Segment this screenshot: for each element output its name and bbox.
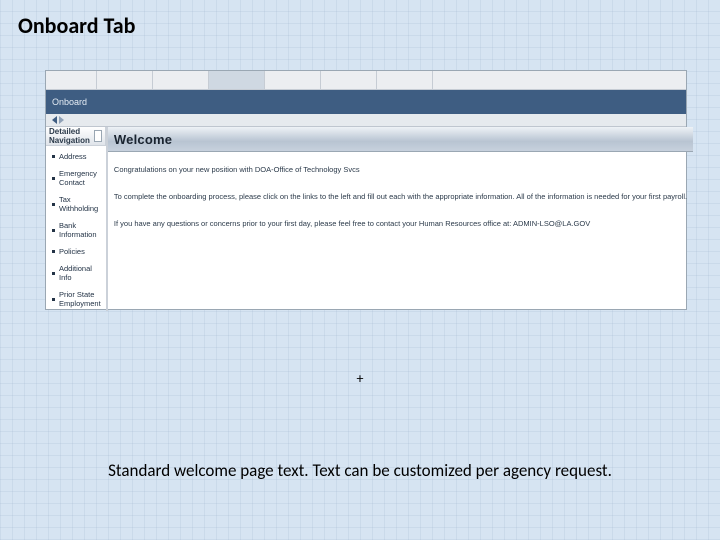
tab-blank-5[interactable] (377, 71, 433, 89)
nav-item-emergency[interactable]: Emergency Contact (46, 165, 106, 191)
forward-icon[interactable] (59, 116, 64, 124)
slide-title: Onboard Tab (18, 12, 135, 39)
tab-blank-3[interactable] (265, 71, 321, 89)
section-bar: Onboard (46, 90, 686, 114)
nav-item-label: Bank Information (59, 221, 102, 239)
tab-onboard[interactable] (209, 71, 265, 89)
nav-item-policies[interactable]: Policies (46, 243, 106, 260)
nav-item-label: Policies (59, 247, 85, 256)
welcome-line-2: To complete the onboarding process, plea… (114, 191, 687, 204)
nav-header: Detailed Navigation (46, 127, 106, 146)
history-bar (46, 114, 686, 127)
tab-gap (46, 71, 97, 89)
nav-item-label: Address (59, 152, 87, 161)
bullet-icon (52, 155, 55, 158)
top-tabs (46, 71, 686, 90)
nav-item-bank[interactable]: Bank Information (46, 217, 106, 243)
welcome-line-3: If you have any questions or concerns pr… (114, 218, 687, 231)
welcome-header-label: Welcome (114, 132, 172, 147)
nav-item-label: Tax Withholding (59, 195, 102, 213)
welcome-header: Welcome (108, 127, 693, 152)
bullet-icon (52, 272, 55, 275)
section-bar-label: Onboard (52, 97, 87, 107)
tab-blank-4[interactable] (321, 71, 377, 89)
bullet-icon (52, 203, 55, 206)
detailed-navigation: Detailed Navigation Address Emergency Co… (46, 127, 106, 311)
bullet-icon (52, 250, 55, 253)
nav-item-tax[interactable]: Tax Withholding (46, 191, 106, 217)
main-panel: Welcome Congratulations on your new posi… (108, 127, 693, 311)
tab-blank-1[interactable] (97, 71, 153, 89)
nav-item-prior[interactable]: Prior State Employment (46, 286, 106, 312)
bullet-icon (52, 229, 55, 232)
nav-list: Address Emergency Contact Tax Withholdin… (46, 146, 106, 312)
back-icon[interactable] (52, 116, 57, 124)
nav-header-label: Detailed Navigation (49, 127, 94, 145)
bullet-icon (52, 298, 55, 301)
caption: Standard welcome page text. Text can be … (0, 460, 720, 481)
plus-mark: + (0, 370, 720, 387)
nav-item-label: Additional Info (59, 264, 102, 282)
nav-item-label: Prior State Employment (59, 290, 102, 308)
welcome-line-1: Congratulations on your new position wit… (114, 164, 687, 177)
welcome-body: Congratulations on your new position wit… (108, 152, 693, 244)
tab-blank-2[interactable] (153, 71, 209, 89)
nav-item-label: Emergency Contact (59, 169, 102, 187)
nav-collapse-icon[interactable] (94, 130, 102, 142)
bullet-icon (52, 177, 55, 180)
screenshot-frame: Onboard Detailed Navigation Address Emer… (45, 70, 687, 310)
nav-item-address[interactable]: Address (46, 148, 106, 165)
nav-item-additional[interactable]: Additional Info (46, 260, 106, 286)
